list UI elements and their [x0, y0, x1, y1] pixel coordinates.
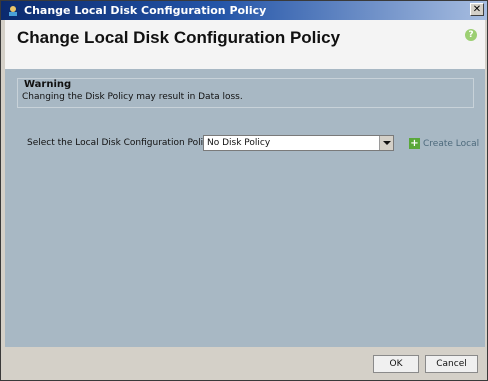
- policy-label: Select the Local Disk Configuration Poli…: [27, 138, 216, 148]
- dialog-body: Warning Changing the Disk Policy may res…: [5, 69, 485, 347]
- window-title: Change Local Disk Configuration Policy: [24, 4, 267, 17]
- dialog-footer: OK Cancel: [5, 347, 485, 378]
- create-local-label: Create Local: [423, 138, 480, 149]
- plus-icon: +: [409, 137, 420, 149]
- app-icon: [9, 5, 17, 16]
- chevron-down-icon[interactable]: [379, 136, 393, 150]
- warning-message: Changing the Disk Policy may result in D…: [22, 92, 243, 102]
- create-local-link[interactable]: + Create Local: [409, 138, 479, 149]
- policy-select[interactable]: No Disk Policy: [203, 135, 394, 151]
- dialog-header: Change Local Disk Configuration Policy ?: [5, 20, 485, 69]
- close-icon: ✕: [472, 3, 482, 15]
- close-button[interactable]: ✕: [470, 3, 484, 16]
- cancel-button[interactable]: Cancel: [425, 355, 478, 373]
- dialog-window: Change Local Disk Configuration Policy ✕…: [0, 0, 488, 381]
- ok-button[interactable]: OK: [373, 355, 419, 373]
- warning-panel: Warning Changing the Disk Policy may res…: [17, 78, 474, 108]
- help-icon[interactable]: ?: [465, 29, 477, 41]
- policy-selected-value: No Disk Policy: [207, 138, 271, 148]
- title-bar[interactable]: Change Local Disk Configuration Policy ✕: [1, 1, 487, 20]
- warning-heading: Warning: [23, 79, 73, 90]
- page-title: Change Local Disk Configuration Policy: [17, 28, 341, 47]
